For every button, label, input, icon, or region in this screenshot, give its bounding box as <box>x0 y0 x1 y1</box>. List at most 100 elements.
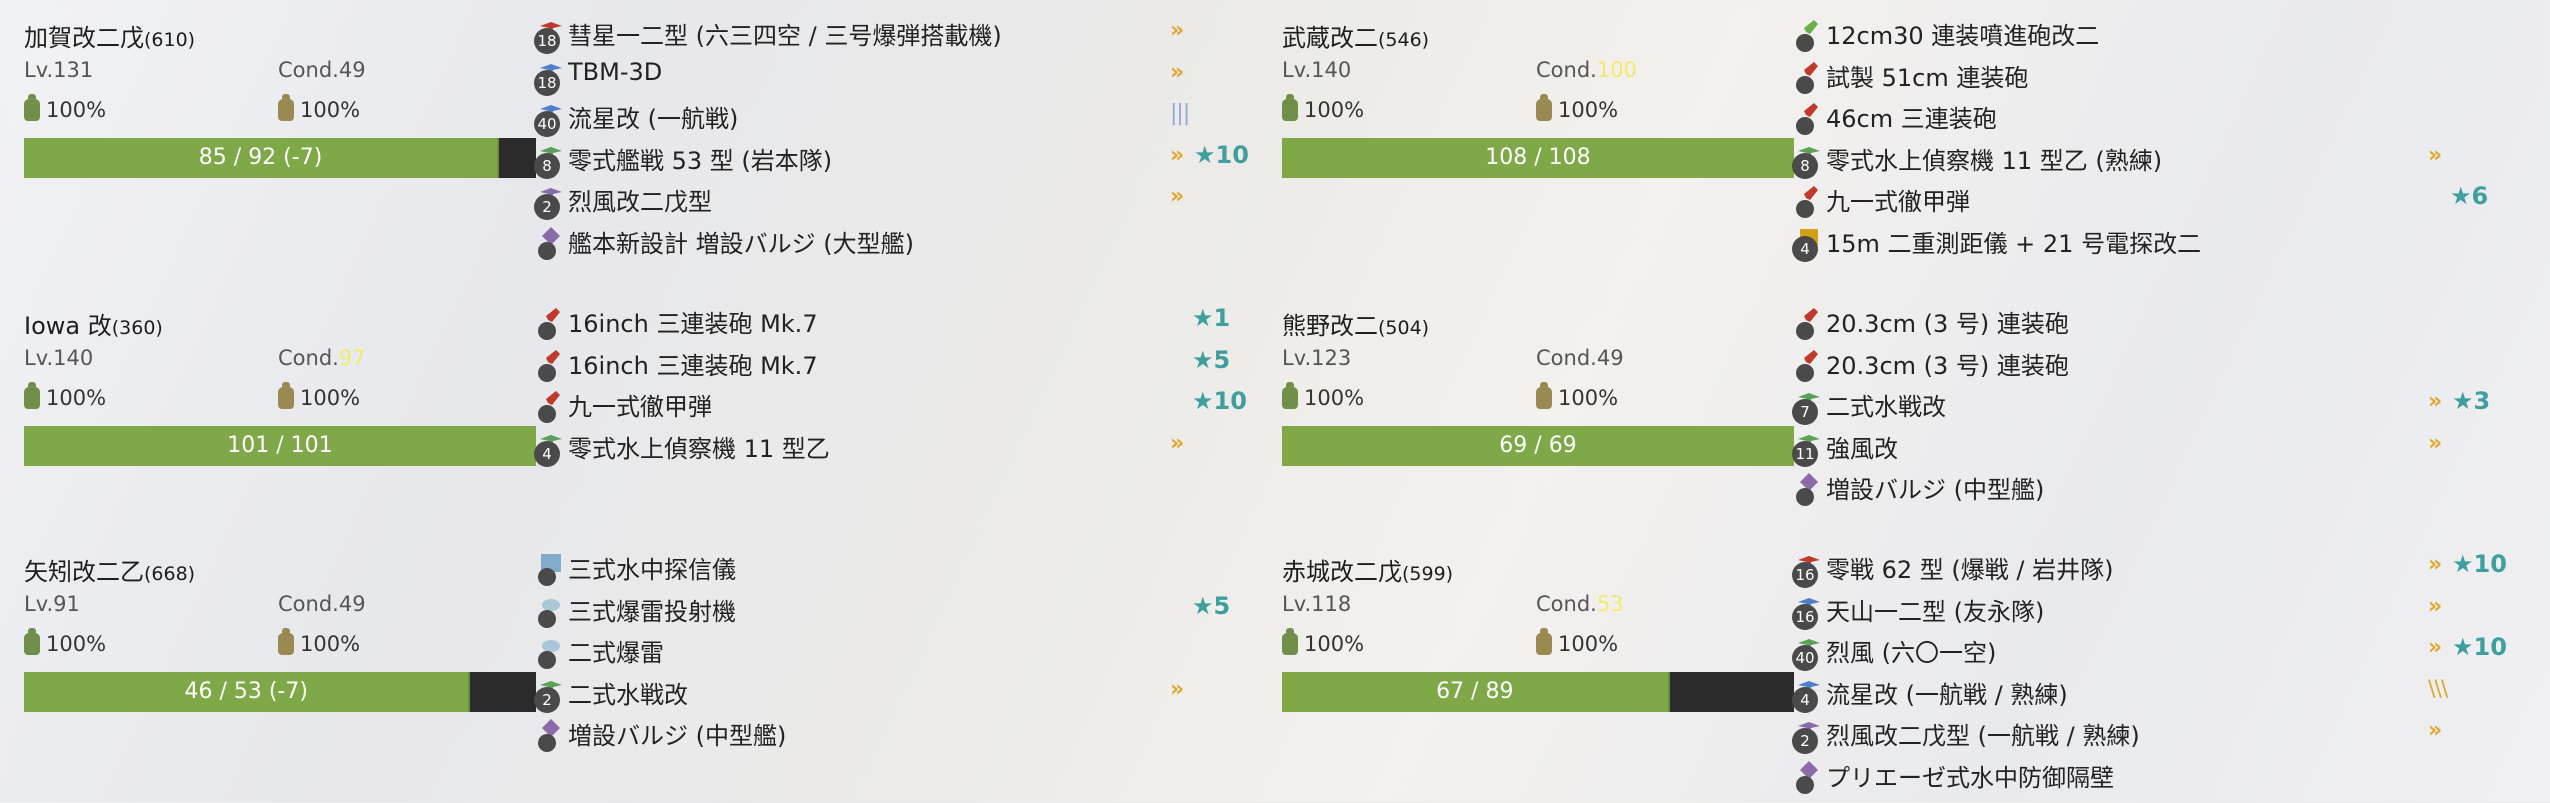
slot-count-badge: 2 <box>1792 728 1818 754</box>
improvement-level: ★1 <box>1192 304 1231 332</box>
slot-count-badge: 40 <box>1792 645 1818 671</box>
ship-level: Lv.140 <box>1282 58 1352 82</box>
equipment-row[interactable]: 試製 51cm 連装砲 <box>1792 52 2492 94</box>
cond-value: 49 <box>338 58 366 82</box>
slot-count-badge: 4 <box>1792 235 1818 262</box>
ammo-icon <box>1536 382 1552 409</box>
proficiency-icon: » <box>2428 552 2442 577</box>
equipment-name: 増設バルジ (中型艦) <box>568 722 787 750</box>
ship-level: Lv.91 <box>24 592 80 616</box>
ship-card[interactable]: 熊野改二(504) Lv.123 Cond.49 100% 100% 69 / 69 <box>1282 306 1794 476</box>
ship-level: Lv.123 <box>1282 346 1352 370</box>
fuel-status: 100% <box>1282 382 1364 410</box>
slot-count-badge <box>538 609 556 628</box>
equipment-row[interactable]: 九一式徹甲弾 ★6 <box>1792 176 2492 218</box>
proficiency-icon: ||| <box>1170 101 1190 126</box>
fuel-value: 100% <box>1304 98 1365 122</box>
equipment-row[interactable]: 20.3cm (3 号) 連装砲 <box>1792 298 2492 340</box>
cond-label: Cond. <box>1536 592 1597 616</box>
ship-level: Lv.131 <box>24 58 94 82</box>
ship-card[interactable]: Iowa 改(360) Lv.140 Cond.97 100% 100% 101 / 10… <box>24 306 536 476</box>
hp-bar: 46 / 53 (-7) <box>24 672 536 712</box>
proficiency-icon: » <box>1170 18 1184 43</box>
equipment-row[interactable]: 18 TBM-3D » <box>534 52 1234 96</box>
equipment-name: 三式爆雷投射機 <box>568 597 736 626</box>
equipment-row[interactable]: 2 烈風改二戊型 (一航戦 / 熟練) » <box>1792 710 2492 754</box>
proficiency-icon: » <box>1170 430 1184 456</box>
ammo-value: 100% <box>1558 98 1619 122</box>
equipment-name: 20.3cm (3 号) 連装砲 <box>1826 351 2069 380</box>
cond-value: 53 <box>1596 592 1624 616</box>
improvement-level: ★10 <box>2452 550 2507 578</box>
ship-card[interactable]: 赤城改二戊(599) Lv.118 Cond.53 100% 100% 67 / 89 <box>1282 552 1794 722</box>
slot-count-badge <box>1796 775 1814 794</box>
cond-value: 100 <box>1596 58 1637 82</box>
equipment-row[interactable]: 艦本新設計 増設バルジ (大型艦) <box>534 218 1234 260</box>
equipment-row[interactable]: 16inch 三連装砲 Mk.7 ★5 <box>534 340 1234 382</box>
equipment-row[interactable]: プリエーゼ式水中防御隔壁 <box>1792 752 2492 794</box>
fuel-value: 100% <box>46 632 107 656</box>
equipment-name: 16inch 三連装砲 Mk.7 <box>568 351 818 380</box>
equipment-row[interactable]: 三式水中探信儀 <box>534 544 1234 586</box>
ship-name: 熊野改二 <box>1282 312 1378 340</box>
equipment-row[interactable]: 40 烈風 (六〇一空) » ★10 <box>1792 627 2507 671</box>
slot-count-badge <box>538 322 556 340</box>
hp-text: 108 / 108 <box>1485 145 1591 170</box>
hp-bar: 101 / 101 <box>24 426 536 466</box>
ship-cond: Cond.100 <box>1536 58 1637 82</box>
equipment-name: 九一式徹甲弾 <box>568 393 712 421</box>
equipment-row[interactable]: 18 彗星一二型 (六三四空 / 三号爆弾搭載機) » <box>534 10 1234 54</box>
equipment-row[interactable]: 46cm 三連装砲 <box>1792 93 2492 135</box>
proficiency-icon: \\\ <box>2428 676 2448 702</box>
ship-name-line: 武蔵改二(546) <box>1282 18 1429 53</box>
equipment-row[interactable]: 7 二式水戦改 » ★3 <box>1792 381 2492 425</box>
fuel-status: 100% <box>24 382 106 410</box>
ammo-value: 100% <box>300 98 361 122</box>
equipment-name: 流星改 (一航戦 / 熟練) <box>1826 680 2068 709</box>
equipment-row[interactable]: 4 零式水上偵察機 11 型乙 » <box>534 423 1234 467</box>
ship-name-line: 熊野改二(504) <box>1282 306 1429 341</box>
ship-card[interactable]: 矢矧改二乙(668) Lv.91 Cond.49 100% 100% 46 / 53 (-… <box>24 552 536 722</box>
cond-label: Cond. <box>1536 58 1597 82</box>
ship-card[interactable]: 加賀改二戊(610) Lv.131 Cond.49 100% 100% 85 / 92 (… <box>24 18 536 188</box>
equipment-name: 強風改 <box>1826 434 1898 463</box>
equipment-name: 彗星一二型 (六三四空 / 三号爆弾搭載機) <box>568 22 1002 50</box>
improvement-level: ★10 <box>2452 633 2507 661</box>
slot-count-badge <box>1796 322 1814 340</box>
equipment-row[interactable]: 2 二式水戦改 » <box>534 669 1234 713</box>
equipment-name: 二式水戦改 <box>568 680 688 709</box>
equipment-row[interactable]: 16 天山一二型 (友永隊) » <box>1792 586 2492 630</box>
proficiency-icon: » <box>2428 718 2442 743</box>
equipment-row[interactable]: 二式爆雷 <box>534 627 1234 669</box>
equipment-row[interactable]: 増設バルジ (中型艦) <box>1792 464 2492 506</box>
hp-text: 101 / 101 <box>227 433 333 458</box>
equipment-row[interactable]: 16 零戦 62 型 (爆戦 / 岩井隊) » ★10 <box>1792 544 2507 588</box>
equipment-name: プリエーゼ式水中防御隔壁 <box>1826 763 2114 792</box>
equipment-row[interactable]: 20.3cm (3 号) 連装砲 <box>1792 340 2492 382</box>
equipment-row[interactable]: 4 流星改 (一航戦 / 熟練) \\\ <box>1792 669 2492 713</box>
equipment-row[interactable]: 2 烈風改二戊型 » <box>534 176 1234 220</box>
equipment-list: 三式水中探信儀 三式爆雷投射機 ★5 二式爆雷 2 二式水戦改 » 増設バルジ (中型艦) <box>534 544 1234 762</box>
equipment-name: 零式艦戦 53 型 (岩本隊) <box>568 146 833 175</box>
slot-count-badge: 40 <box>534 111 560 137</box>
slot-count-badge: 2 <box>534 194 560 220</box>
ammo-value: 100% <box>300 386 361 410</box>
equipment-row[interactable]: 11 強風改 » <box>1792 423 2492 467</box>
equipment-row[interactable]: 三式爆雷投射機 ★5 <box>534 586 1234 628</box>
equipment-row[interactable]: 40 流星改 (一航戦) ||| <box>534 93 1234 137</box>
equipment-row[interactable]: 8 零式艦戦 53 型 (岩本隊) » ★10 <box>534 135 1249 179</box>
ship-name-line: Iowa 改(360) <box>24 306 163 341</box>
equipment-row[interactable]: 12cm30 連装噴進砲改二 <box>1792 10 2492 52</box>
equipment-row[interactable]: 増設バルジ (中型艦) <box>534 710 1234 752</box>
equipment-row[interactable]: 4 15m 二重測距儀 + 21 号電探改二 <box>1792 218 2492 262</box>
ammo-icon <box>278 94 294 121</box>
fuel-status: 100% <box>1282 94 1365 122</box>
proficiency-icon: » <box>2428 142 2442 168</box>
equipment-row[interactable]: 16inch 三連装砲 Mk.7 ★1 <box>534 298 1234 340</box>
slot-count-badge: 8 <box>534 152 560 179</box>
equipment-row[interactable]: 8 零式水上偵察機 11 型乙 (熟練) » <box>1792 135 2492 179</box>
ship-name-line: 赤城改二戊(599) <box>1282 552 1453 587</box>
equipment-row[interactable]: 九一式徹甲弾 ★10 <box>534 381 1247 423</box>
ship-cond: Cond.49 <box>278 592 366 616</box>
ship-card[interactable]: 武蔵改二(546) Lv.140 Cond.100 100% 100% 108 / 108 <box>1282 18 1794 188</box>
